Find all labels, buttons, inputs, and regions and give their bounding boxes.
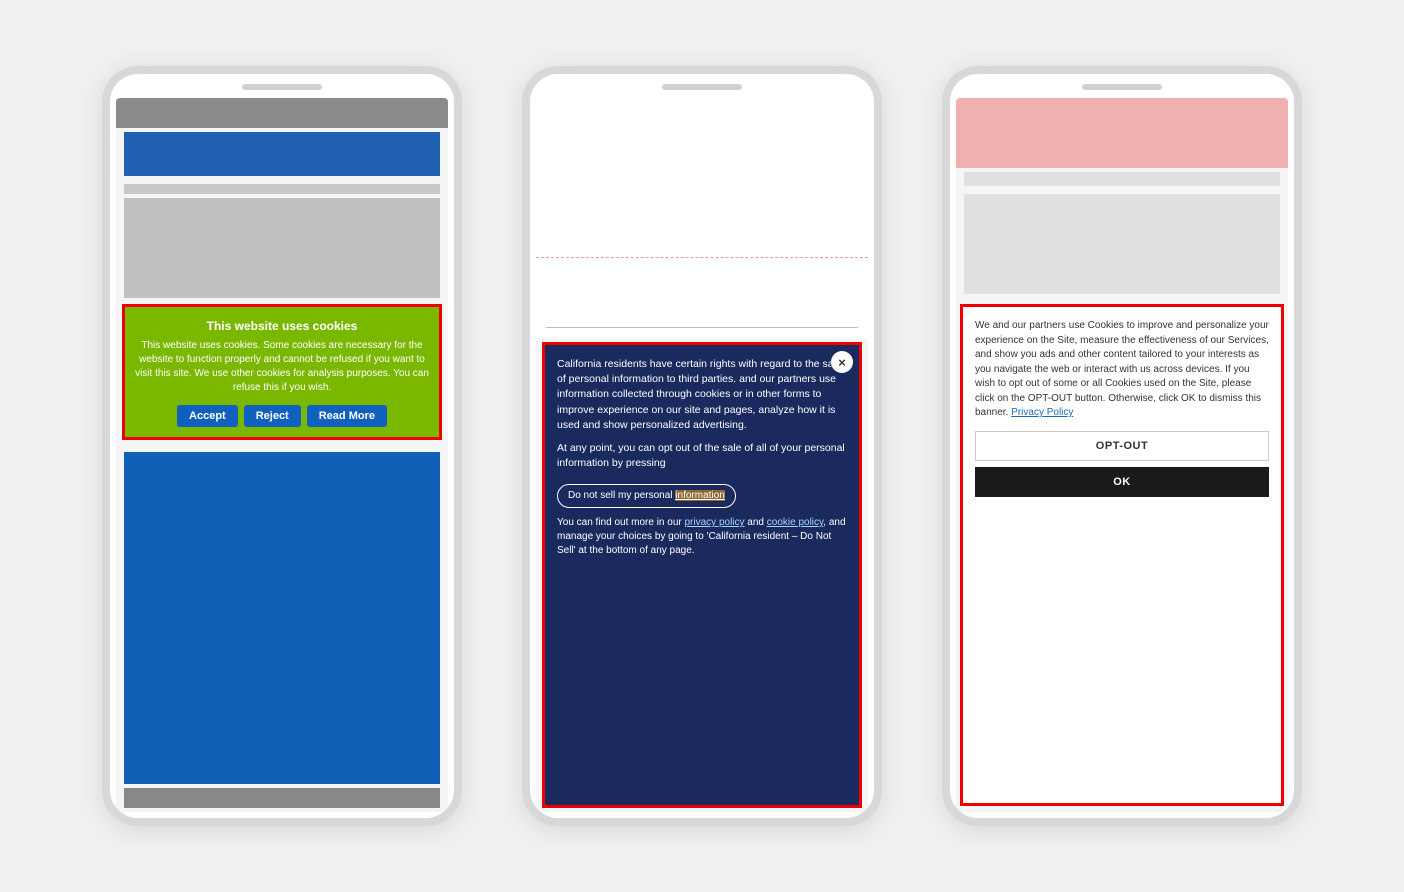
p2-line-section [536, 258, 868, 338]
opt-out-button[interactable]: OPT-OUT [975, 431, 1269, 461]
phone-notch-1 [242, 84, 322, 90]
cb2-text-optout: At any point, you can opt out of the sal… [557, 441, 847, 471]
p3-gray-block [964, 194, 1280, 294]
phone-screen-2: × California residents have certain righ… [536, 98, 868, 812]
phone-1: This website uses cookies This website u… [102, 66, 462, 826]
close-button[interactable]: × [831, 351, 853, 373]
phone-notch-3 [1082, 84, 1162, 90]
phone-screen-3: We and our partners use Cookies to impro… [956, 98, 1288, 812]
p1-bottom-gray [124, 788, 440, 808]
p1-blue-bar [124, 132, 440, 176]
highlighted-text: information [675, 490, 724, 501]
cookie-policy-link[interactable]: cookie policy [767, 517, 824, 528]
p3-gray-line [964, 172, 1280, 186]
phone2-content: × California residents have certain righ… [536, 98, 868, 812]
phone1-content: This website uses cookies This website u… [116, 98, 448, 812]
cookie-banner-3: We and our partners use Cookies to impro… [960, 304, 1284, 806]
accept-button[interactable]: Accept [177, 405, 238, 427]
cookie-banner-1-title: This website uses cookies [135, 319, 429, 333]
cookie-banner-1-text: This website uses cookies. Some cookies … [135, 339, 429, 395]
privacy-policy-link-3[interactable]: Privacy Policy [1011, 407, 1073, 418]
p2-line [546, 327, 858, 328]
phone-screen-1: This website uses cookies This website u… [116, 98, 448, 812]
cb3-text: We and our partners use Cookies to impro… [975, 319, 1269, 421]
reject-button[interactable]: Reject [244, 405, 301, 427]
ok-button[interactable]: OK [975, 467, 1269, 497]
privacy-policy-link[interactable]: privacy policy [685, 517, 745, 528]
p1-gray-line [124, 184, 440, 194]
p1-gray-block [124, 198, 440, 298]
cookie-banner-1-buttons: Accept Reject Read More [135, 405, 429, 427]
phone-2: × California residents have certain righ… [522, 66, 882, 826]
p1-bottom-blue [124, 452, 440, 784]
p1-gray-top [116, 98, 448, 128]
phone3-content: We and our partners use Cookies to impro… [956, 98, 1288, 812]
do-not-sell-button[interactable]: Do not sell my personal information [557, 484, 736, 509]
cb2-bottom-text: You can find out more in our privacy pol… [557, 516, 847, 558]
cookie-banner-2: × California residents have certain righ… [542, 342, 862, 808]
cb3-main-text: We and our partners use Cookies to impro… [975, 320, 1269, 418]
p2-white-top [536, 98, 868, 258]
cb2-optout-intro: At any point, you can opt out of the sal… [557, 442, 845, 469]
phone-3: We and our partners use Cookies to impro… [942, 66, 1302, 826]
read-more-button[interactable]: Read More [307, 405, 387, 427]
cookie-banner-1: This website uses cookies This website u… [122, 304, 442, 440]
cb2-text-1: California residents have certain rights… [557, 357, 847, 433]
p3-pink-block [956, 98, 1288, 168]
phone-notch-2 [662, 84, 742, 90]
